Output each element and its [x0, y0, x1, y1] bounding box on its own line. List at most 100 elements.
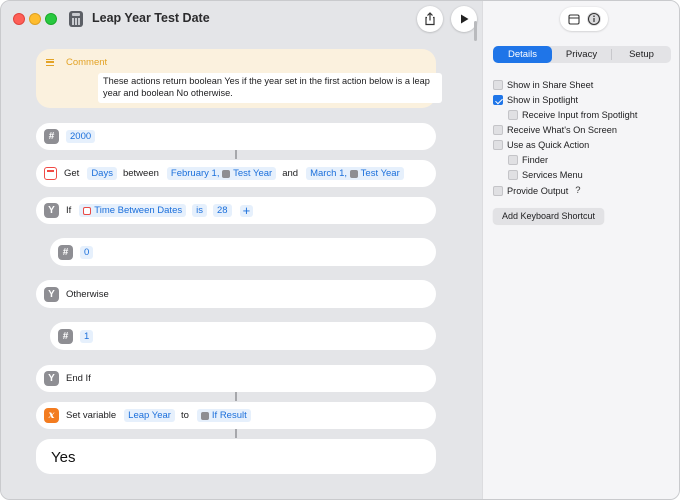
library-icon[interactable]: [567, 12, 581, 26]
inspector-toolbar: [560, 7, 608, 31]
option-label: Receive Input from Spotlight: [522, 110, 638, 120]
tab-setup[interactable]: Setup: [612, 46, 671, 63]
condition-token[interactable]: is: [192, 204, 207, 217]
number-sign-icon: #: [58, 328, 73, 344]
from-date-token[interactable]: February 1, Test Year: [166, 167, 277, 180]
scroll-indicator[interactable]: [474, 21, 477, 41]
otherwise-action[interactable]: Y Otherwise: [36, 280, 436, 308]
and-label: and: [282, 168, 299, 179]
connector-line: [235, 150, 237, 159]
window-title: Leap Year Test Date: [92, 11, 210, 25]
number-action-2[interactable]: # 0: [50, 238, 436, 266]
checkbox[interactable]: [508, 155, 518, 165]
option-receive-whats-on-screen[interactable]: Receive What's On Screen: [493, 125, 617, 135]
share-icon: [425, 12, 435, 26]
branch-icon: Y: [44, 203, 59, 218]
branch-icon: Y: [44, 371, 59, 386]
otherwise-label: Otherwise: [66, 288, 109, 300]
option-provide-output[interactable]: Provide Output ?: [493, 185, 581, 196]
connector-line: [235, 392, 237, 401]
title-bar: Leap Year Test Date: [1, 1, 482, 39]
variable-icon: [349, 169, 358, 178]
unit-token[interactable]: Days: [87, 167, 117, 180]
variable-x-icon: x: [44, 408, 59, 423]
shortcuts-window: Leap Year Test Date Comment These action…: [0, 0, 680, 500]
inspector-tabs: Details Privacy Setup: [493, 46, 671, 63]
to-label: to: [180, 410, 189, 421]
variable-value-token[interactable]: If Result: [196, 409, 251, 422]
checkbox[interactable]: [493, 140, 503, 150]
if-action[interactable]: Y If Time Between Dates is 28 +: [36, 197, 436, 224]
checkbox-checked[interactable]: [493, 95, 503, 105]
option-label: Provide Output: [507, 185, 569, 196]
option-show-in-spotlight[interactable]: Show in Spotlight: [493, 95, 578, 105]
option-show-in-share-sheet[interactable]: Show in Share Sheet: [493, 80, 593, 90]
to-variable-text: Test Year: [360, 168, 400, 179]
number-sign-icon: #: [44, 129, 59, 144]
minimize-window-button[interactable]: [29, 13, 41, 25]
number-value-field[interactable]: 0: [80, 245, 94, 259]
variable-icon: [222, 169, 231, 178]
comment-text-field[interactable]: These actions return boolean Yes if the …: [98, 73, 442, 103]
text-lines-icon: [46, 59, 54, 66]
comment-label: Comment: [66, 57, 108, 68]
checkbox[interactable]: [493, 125, 503, 135]
option-label: Use as Quick Action: [507, 140, 590, 150]
inspector-pane: Details Privacy Setup Show in Share Shee…: [482, 1, 679, 499]
option-label: Services Menu: [522, 170, 583, 180]
number-action-1[interactable]: # 2000: [36, 123, 436, 150]
run-result-output: Yes: [36, 439, 436, 474]
info-icon[interactable]: [587, 12, 601, 26]
editor-pane: Leap Year Test Date Comment These action…: [1, 1, 482, 499]
branch-icon: [200, 411, 209, 420]
play-icon: [461, 14, 469, 24]
number-sign-icon: #: [58, 244, 73, 260]
end-if-action[interactable]: Y End If: [36, 365, 436, 392]
checkbox[interactable]: [493, 80, 503, 90]
option-finder[interactable]: Finder: [508, 155, 548, 165]
to-date-token[interactable]: March 1, Test Year: [306, 167, 404, 180]
number-value-field[interactable]: 1: [80, 329, 94, 343]
set-variable-action[interactable]: x Set variable Leap Year to If Result: [36, 402, 436, 429]
from-date-text: February 1,: [170, 168, 220, 179]
connector-line: [235, 429, 237, 438]
end-if-label: End If: [66, 373, 91, 384]
if-label: If: [66, 205, 72, 216]
checkbox[interactable]: [508, 110, 518, 120]
between-label: between: [122, 168, 159, 179]
option-label: Show in Spotlight: [507, 95, 578, 105]
checkbox[interactable]: [493, 185, 503, 196]
calendar-icon: [83, 206, 92, 215]
set-variable-label: Set variable: [66, 410, 117, 421]
option-receive-input-from-spotlight[interactable]: Receive Input from Spotlight: [508, 110, 637, 120]
from-variable-text: Test Year: [233, 168, 273, 179]
help-icon[interactable]: ?: [575, 185, 580, 196]
share-button[interactable]: [417, 6, 443, 32]
add-keyboard-shortcut-button[interactable]: Add Keyboard Shortcut: [493, 208, 604, 224]
calendar-icon: [44, 167, 57, 180]
if-variable-token[interactable]: Time Between Dates: [79, 204, 187, 217]
variable-value-text: If Result: [211, 410, 247, 421]
close-window-button[interactable]: [13, 13, 25, 25]
get-dates-action[interactable]: Get Days between February 1, Test Year a…: [36, 160, 436, 187]
variable-name-token[interactable]: Leap Year: [124, 409, 175, 422]
calculator-icon: [69, 11, 83, 27]
option-label: Receive What's On Screen: [507, 125, 618, 135]
number-action-3[interactable]: # 1: [50, 322, 436, 350]
number-value-field[interactable]: 2000: [66, 130, 96, 143]
zoom-window-button[interactable]: [45, 13, 57, 25]
option-use-as-quick-action[interactable]: Use as Quick Action: [493, 140, 589, 150]
branch-icon: Y: [44, 286, 59, 302]
get-label: Get: [64, 168, 80, 179]
option-label: Show in Share Sheet: [507, 80, 594, 90]
checkbox[interactable]: [508, 170, 518, 180]
comment-action[interactable]: Comment These actions return boolean Yes…: [36, 49, 442, 108]
add-condition-button[interactable]: +: [239, 204, 254, 217]
option-label: Finder: [522, 155, 549, 165]
option-services-menu[interactable]: Services Menu: [508, 170, 583, 180]
condition-value-token[interactable]: 28: [212, 204, 232, 217]
to-date-text: March 1,: [310, 168, 348, 179]
if-variable-text: Time Between Dates: [94, 205, 183, 216]
tab-privacy[interactable]: Privacy: [552, 46, 611, 63]
tab-details[interactable]: Details: [493, 46, 552, 63]
